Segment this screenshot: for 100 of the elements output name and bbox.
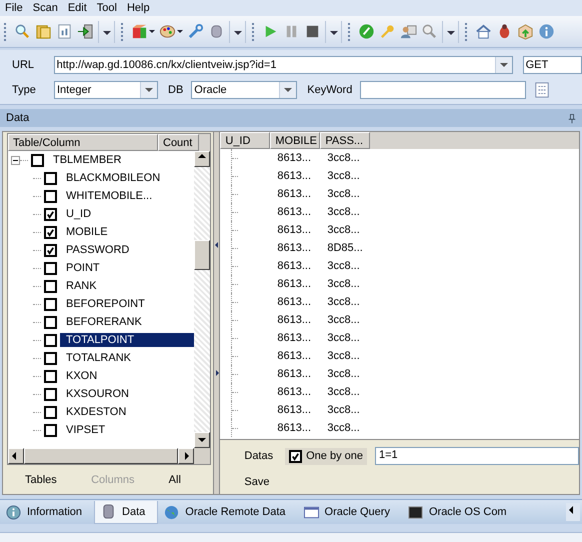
tree-item[interactable]: PASSWORD <box>60 243 136 257</box>
checkbox[interactable] <box>44 334 57 346</box>
caret-icon[interactable] <box>149 30 155 33</box>
keyword-field[interactable] <box>360 81 526 99</box>
one-by-one-checkbox[interactable]: One by one <box>285 448 367 464</box>
terminal-icon <box>408 504 423 520</box>
exit-icon[interactable] <box>77 23 94 40</box>
filter-button[interactable]: All <box>144 472 205 488</box>
checkbox[interactable] <box>44 406 57 418</box>
url-field[interactable]: http://wap.gd.10086.cn/kx/clientveiw.jsp?id=1 <box>54 56 513 74</box>
tree-item[interactable]: VIPSET <box>60 423 112 437</box>
tree-item[interactable]: KXSOURON <box>60 387 135 401</box>
search-icon[interactable] <box>14 23 31 40</box>
datas-label: Datas <box>243 450 274 462</box>
tree-item[interactable]: RANK <box>60 279 103 293</box>
table-cell-text: 8613... <box>276 278 312 290</box>
horizontal-scrollbar[interactable] <box>8 448 210 464</box>
checkbox[interactable] <box>44 298 57 310</box>
save-button[interactable]: Save <box>240 474 274 490</box>
tree-item[interactable]: BEFOREPOINT <box>60 297 151 311</box>
checkbox[interactable] <box>44 208 57 220</box>
column-header[interactable]: Count <box>158 134 199 151</box>
db-dropdown[interactable]: Oracle <box>191 81 298 99</box>
table-cell-text: 8613... <box>276 368 312 380</box>
table-cell-text: 8613... <box>276 296 312 308</box>
table-cell-text: 8613... <box>276 242 312 254</box>
column-header[interactable]: MOBILE <box>270 132 320 149</box>
caret-icon[interactable] <box>177 30 183 33</box>
checkbox[interactable] <box>44 280 57 292</box>
table-cell-text: 3cc8... <box>326 206 361 218</box>
tree-item[interactable]: TOTALRANK <box>60 351 137 365</box>
dropdown-arrow-icon[interactable] <box>98 20 115 42</box>
table-cell-text: 8613... <box>276 188 312 200</box>
tab[interactable]: Information <box>0 501 94 523</box>
url-label: URL <box>11 59 36 71</box>
table-cell-text: 3cc8... <box>326 278 361 290</box>
folder-icon[interactable] <box>35 23 52 40</box>
menu-item[interactable]: File <box>0 2 28 14</box>
tree-item[interactable]: MOBILE <box>60 225 114 239</box>
tree-item[interactable]: BLACKMOBILEON <box>60 171 166 185</box>
collapse-icon[interactable] <box>11 156 20 164</box>
table-cell-text: 3cc8... <box>326 260 361 272</box>
table-cell-text: 3cc8... <box>326 314 361 326</box>
column-header[interactable]: U_ID <box>220 132 270 149</box>
list-icon[interactable] <box>534 81 550 99</box>
keyword-label: KeyWord <box>306 84 354 96</box>
checkbox[interactable] <box>44 424 57 436</box>
table-cell-text: 8613... <box>276 206 312 218</box>
column-header[interactable]: Table/Column <box>8 134 158 151</box>
checkbox[interactable] <box>44 316 57 328</box>
scroll-left-button[interactable] <box>566 503 580 521</box>
info-icon[interactable] <box>538 23 555 40</box>
table-cell-text: 3cc8... <box>326 332 361 344</box>
cube-icon[interactable] <box>131 23 148 40</box>
dropdown-arrow-icon[interactable] <box>442 20 459 42</box>
tab[interactable]: Oracle Remote Data <box>158 501 298 523</box>
palette-icon[interactable] <box>159 23 176 40</box>
checkbox[interactable] <box>44 352 57 364</box>
home-icon[interactable] <box>475 23 492 40</box>
tab[interactable]: Data <box>94 500 158 524</box>
menu-item[interactable]: Help <box>122 2 155 14</box>
checkbox[interactable] <box>44 226 57 238</box>
checkbox[interactable] <box>44 388 57 400</box>
stop-icon[interactable] <box>304 23 321 40</box>
table-cell-text: 8613... <box>276 260 312 272</box>
checkbox[interactable] <box>44 370 57 382</box>
dropdown-arrow-icon[interactable] <box>229 20 246 42</box>
column-header[interactable]: PASS... <box>320 132 370 149</box>
menu-item[interactable]: Tool <box>92 2 122 14</box>
checkbox[interactable] <box>44 190 57 202</box>
checkbox[interactable] <box>44 172 57 184</box>
tree-item[interactable]: KXON <box>60 369 104 383</box>
table-cell-text: 8613... <box>276 350 312 362</box>
dropdown-arrow-icon[interactable] <box>325 20 342 42</box>
tab[interactable]: Oracle OS Com <box>402 501 519 523</box>
tree-item[interactable]: KXDESTON <box>60 405 132 419</box>
tree-item[interactable]: TBLMEMBER <box>47 153 128 167</box>
table-cell-text: 3cc8... <box>326 296 361 308</box>
user-icon[interactable] <box>400 23 417 40</box>
table-cell-text: 8613... <box>276 152 312 164</box>
pin-icon[interactable] <box>568 112 576 124</box>
type-dropdown[interactable]: Integer <box>54 81 158 99</box>
tree-item[interactable]: POINT <box>60 261 106 275</box>
tree-item[interactable]: BEFORERANK <box>60 315 148 329</box>
tree-item[interactable]: TOTALPOINT <box>60 333 194 347</box>
vertical-scrollbar[interactable] <box>194 151 210 448</box>
menu-item[interactable]: Edit <box>62 2 92 14</box>
table-cell-text: 3cc8... <box>326 152 361 164</box>
tree-item[interactable]: U_ID <box>60 207 98 221</box>
checkbox[interactable] <box>44 262 57 274</box>
checkbox[interactable] <box>44 244 57 256</box>
filter-button[interactable]: Tables <box>21 472 61 488</box>
checkbox[interactable] <box>31 154 44 166</box>
tree-item[interactable]: WHITEMOBILE... <box>60 189 158 203</box>
document-icon[interactable] <box>56 23 73 40</box>
condition-field[interactable]: 1=1 <box>375 447 579 465</box>
method-dropdown[interactable]: GET <box>522 56 582 74</box>
panel-title: Data <box>6 112 30 124</box>
menu-item[interactable]: Scan <box>28 2 63 14</box>
tab[interactable]: Oracle Query <box>298 501 402 523</box>
